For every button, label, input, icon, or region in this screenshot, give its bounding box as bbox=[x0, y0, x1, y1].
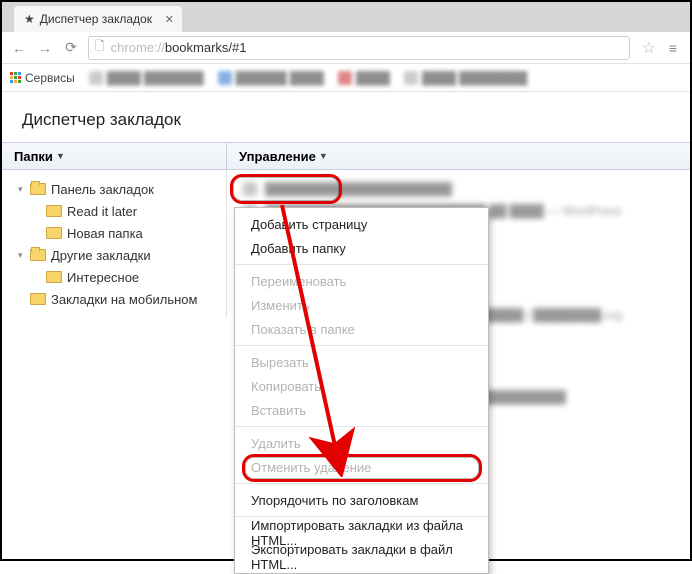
close-icon[interactable]: ✕ bbox=[165, 13, 174, 26]
apps-shortcut[interactable]: Сервисы bbox=[10, 71, 75, 85]
tree-item-new-folder[interactable]: Новая папка bbox=[2, 222, 226, 244]
page-title: Диспетчер закладок bbox=[2, 92, 690, 142]
menu-edit: Изменить bbox=[235, 293, 488, 317]
tab-title: Диспетчер закладок bbox=[40, 12, 152, 26]
tree-item-mobile[interactable]: Закладки на мобильном bbox=[2, 288, 226, 310]
tree-item-read-later[interactable]: Read it later bbox=[2, 200, 226, 222]
menu-export-html[interactable]: Экспортировать закладки в файл HTML... bbox=[235, 545, 488, 569]
menu-paste: Вставить bbox=[235, 398, 488, 422]
chevron-down-icon: ▼ bbox=[56, 151, 65, 161]
folder-open-icon bbox=[30, 183, 46, 195]
folder-icon bbox=[46, 205, 62, 217]
bookmark-star-icon[interactable]: ☆ bbox=[642, 38, 656, 58]
folder-open-icon bbox=[30, 249, 46, 261]
omnibox[interactable]: 🗋 chrome://bookmarks/#1 bbox=[88, 36, 630, 60]
menu-separator bbox=[235, 345, 488, 346]
menu-icon[interactable]: ≡ bbox=[664, 40, 682, 56]
folder-tree: ▾Панель закладок Read it later Новая пап… bbox=[2, 170, 227, 318]
url-path: bookmarks/#1 bbox=[165, 40, 247, 55]
triangle-down-icon: ▾ bbox=[18, 250, 28, 261]
page-icon: 🗋 bbox=[95, 37, 105, 58]
menu-rename: Переименовать bbox=[235, 269, 488, 293]
tree-item-interesting[interactable]: Интересное bbox=[2, 266, 226, 288]
bookmark-item[interactable]: ████ ███████ bbox=[89, 71, 204, 85]
folders-header[interactable]: Папки▼ bbox=[2, 143, 227, 169]
triangle-down-icon: ▾ bbox=[18, 184, 28, 195]
menu-sort[interactable]: Упорядочить по заголовкам bbox=[235, 488, 488, 512]
reload-icon[interactable]: ⟳ bbox=[62, 39, 80, 56]
tree-item-panel[interactable]: ▾Панель закладок bbox=[2, 178, 226, 200]
bookmarks-bar: Сервисы ████ ███████ ██████ ████ ████ ██… bbox=[2, 64, 690, 92]
apps-label: Сервисы bbox=[25, 71, 75, 85]
menu-separator bbox=[235, 483, 488, 484]
menu-separator bbox=[235, 264, 488, 265]
manage-menu: Добавить страницу Добавить папку Переиме… bbox=[234, 207, 489, 574]
bookmark-item[interactable]: ████ bbox=[338, 71, 390, 85]
bookmark-item[interactable]: ██████ ████ bbox=[218, 71, 324, 85]
back-icon[interactable]: ← bbox=[10, 40, 28, 56]
toolbar: ← → ⟳ 🗋 chrome://bookmarks/#1 ☆ ≡ bbox=[2, 32, 690, 64]
apps-icon bbox=[10, 72, 21, 83]
menu-separator bbox=[235, 516, 488, 517]
url-scheme: chrome:// bbox=[111, 40, 165, 55]
menu-copy: Копировать bbox=[235, 374, 488, 398]
bookmark-item[interactable]: ████ ████████ bbox=[404, 71, 527, 85]
menu-add-page[interactable]: Добавить страницу bbox=[235, 212, 488, 236]
chevron-down-icon: ▼ bbox=[319, 151, 328, 161]
menu-delete: Удалить bbox=[235, 431, 488, 455]
folder-icon bbox=[30, 293, 46, 305]
menu-cut: Вырезать bbox=[235, 350, 488, 374]
menu-show-in-folder: Показать в папке bbox=[235, 317, 488, 341]
manage-dropdown-button[interactable]: Управление▼ bbox=[227, 143, 340, 169]
folder-icon bbox=[46, 227, 62, 239]
tree-item-other[interactable]: ▾Другие закладки bbox=[2, 244, 226, 266]
star-icon: ★ bbox=[24, 12, 35, 26]
menu-add-folder[interactable]: Добавить папку bbox=[235, 236, 488, 260]
menu-undo-delete: Отменить удаление bbox=[235, 455, 488, 479]
browser-tab[interactable]: ★ Диспетчер закладок ✕ bbox=[14, 6, 182, 32]
forward-icon[interactable]: → bbox=[36, 40, 54, 56]
tab-strip: ★ Диспетчер закладок ✕ bbox=[2, 2, 690, 32]
menu-separator bbox=[235, 426, 488, 427]
folder-icon bbox=[46, 271, 62, 283]
column-header: Папки▼ Управление▼ bbox=[2, 142, 690, 170]
